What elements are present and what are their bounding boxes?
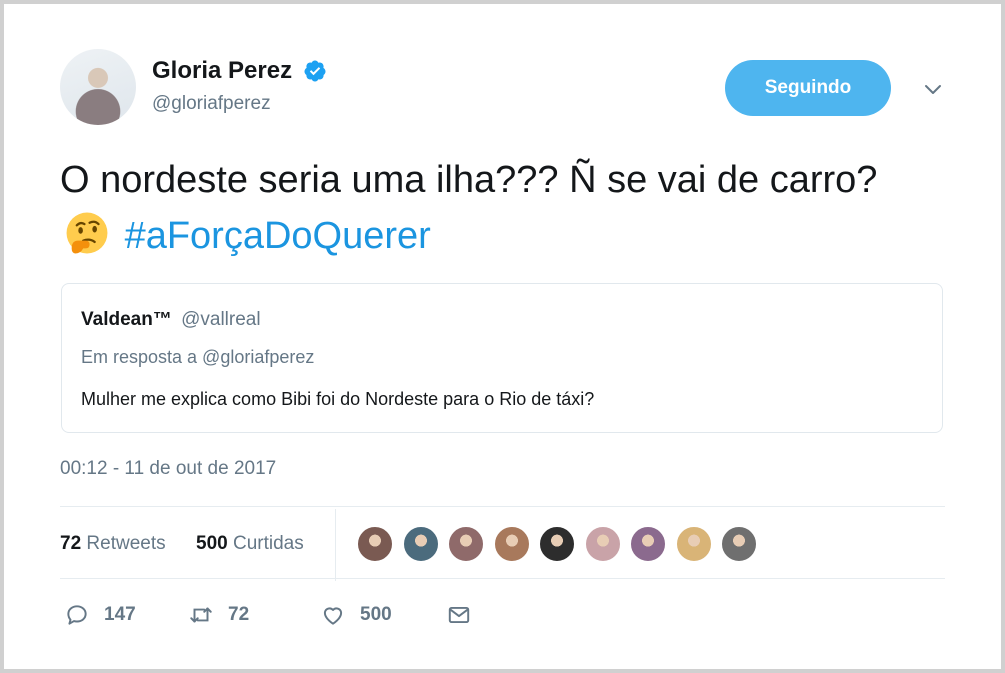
retweet-icon [190, 607, 212, 623]
reply-icon [67, 605, 87, 625]
like-button[interactable]: 500 [320, 600, 392, 630]
likes-stat[interactable]: 500 Curtidas [196, 533, 304, 555]
quoted-reply-context: Em resposta a @gloriafperez [81, 347, 315, 367]
like-count: 500 [360, 604, 392, 625]
tweet-card: Gloria Perez @gloriafperez Seguindo O no… [4, 4, 1001, 669]
retweets-stat[interactable]: 72 Retweets [60, 533, 166, 555]
reply-button[interactable]: 147 [64, 600, 136, 630]
liker-avatar[interactable] [629, 525, 667, 563]
retweet-button[interactable]: 72 [188, 600, 249, 630]
tweet-timestamp[interactable]: 00:12 - 11 de out de 2017 [60, 458, 276, 480]
stats-separator [335, 509, 336, 581]
author-name[interactable]: Gloria Perez [152, 57, 292, 85]
quoted-author-handle: @vallreal [181, 309, 261, 330]
author-handle[interactable]: @gloriafperez [152, 93, 327, 115]
liker-avatar[interactable] [492, 525, 531, 563]
author-avatar[interactable] [60, 49, 136, 125]
likes-stat-count: 500 [196, 533, 228, 554]
liker-avatar[interactable] [583, 525, 622, 563]
liker-avatar[interactable] [538, 525, 576, 563]
retweets-stat-label: Retweets [86, 533, 166, 554]
thinking-face-icon [66, 212, 108, 254]
liker-avatar[interactable] [447, 525, 485, 563]
tweet-body: O nordeste seria uma ilha??? Ñ se vai de… [60, 159, 878, 201]
quoted-text: Mulher me explica como Bibi foi do Norde… [81, 389, 595, 409]
direct-message-button[interactable] [446, 600, 472, 630]
tweet-text: O nordeste seria uma ilha??? Ñ se vai de… [60, 152, 920, 264]
liker-avatar[interactable] [401, 525, 440, 563]
following-button[interactable]: Seguindo [725, 60, 891, 116]
hashtag-link[interactable]: #aForçaDoQuerer [125, 215, 431, 257]
quoted-author-name: Valdean™ [81, 309, 172, 330]
tweet-actions: 147 72 500 [60, 594, 945, 638]
tweet-stats: 72 Retweets 500 Curtidas [60, 509, 945, 581]
reply-count: 147 [104, 604, 136, 625]
liker-avatar[interactable] [356, 525, 394, 563]
tweet-header: Gloria Perez @gloriafperez Seguindo [60, 49, 945, 129]
quoted-author: Valdean™ @vallreal [81, 309, 261, 331]
retweets-stat-count: 72 [60, 533, 82, 554]
divider [60, 506, 945, 507]
liker-avatar[interactable] [674, 525, 713, 563]
divider [60, 578, 945, 579]
heart-icon [323, 607, 343, 625]
envelope-icon [448, 606, 470, 624]
quoted-tweet[interactable]: Valdean™ @vallreal Em resposta a @gloria… [61, 283, 943, 433]
liker-avatar[interactable] [720, 525, 758, 563]
chevron-down-icon[interactable] [921, 77, 945, 101]
verified-badge-icon [304, 60, 326, 82]
retweet-count: 72 [228, 604, 250, 625]
author-info: Gloria Perez @gloriafperez [152, 57, 327, 115]
likes-stat-label: Curtidas [232, 533, 304, 554]
